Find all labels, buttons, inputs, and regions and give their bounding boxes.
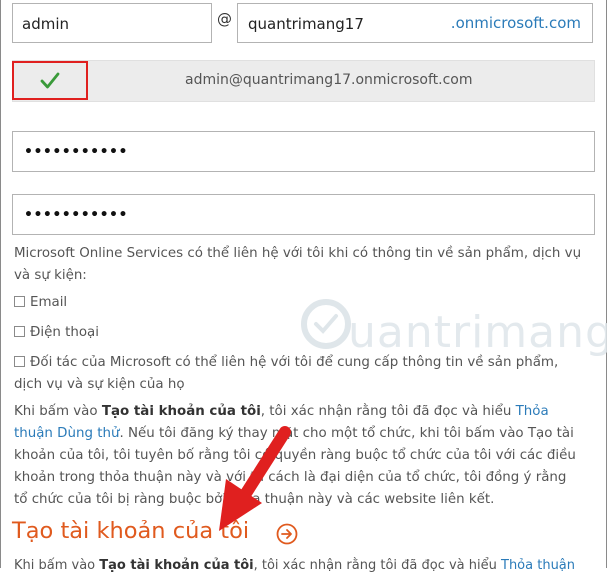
password-input[interactable]: •••••••••••	[12, 131, 595, 172]
username-value: admin	[22, 15, 69, 33]
bottom-prefix: Khi bấm vào	[14, 558, 100, 573]
legal-text: Khi bấm vào Tạo tài khoản của tôi, tôi x…	[14, 401, 584, 511]
checkmark-icon	[40, 72, 60, 89]
legal-prefix: Khi bấm vào	[14, 404, 102, 419]
phone-checkbox[interactable]	[14, 326, 25, 337]
password-value: •••••••••••	[24, 144, 128, 160]
confirm-password-input[interactable]: •••••••••••	[12, 194, 595, 235]
phone-option[interactable]: Điện thoại	[14, 322, 99, 344]
watermark-logo-icon	[301, 299, 351, 349]
phone-option-label: Điện thoại	[30, 325, 99, 340]
domain-input[interactable]: quantrimang17 .onmicrosoft.com	[237, 3, 593, 43]
create-account-button[interactable]: Tạo tài khoản của tôi	[12, 518, 249, 544]
bottom-middle: , tôi xác nhận rằng tôi đã đọc và hiểu	[253, 558, 501, 573]
verified-check-highlight	[12, 61, 88, 100]
bottom-bold: Tạo tài khoản của tôi	[99, 558, 254, 573]
email-option[interactable]: Email	[14, 292, 67, 314]
legal-bold: Tạo tài khoản của tôi	[101, 404, 261, 419]
partner-checkbox[interactable]	[14, 356, 25, 367]
email-checkbox[interactable]	[14, 296, 25, 307]
partner-option-label: Đối tác của Microsoft có thể liên hệ với…	[14, 355, 559, 392]
domain-suffix: .onmicrosoft.com	[450, 14, 581, 32]
confirm-password-value: •••••••••••	[24, 207, 128, 223]
arrow-circle-right-icon[interactable]	[276, 523, 298, 545]
window-border-left	[0, 0, 1, 568]
bottom-legal-text: Khi bấm vào Tạo tài khoản của tôi, tôi x…	[14, 558, 575, 573]
at-symbol: @	[217, 10, 232, 28]
domain-value: quantrimang17	[248, 15, 364, 33]
bottom-agreement-link[interactable]: Thỏa thuận	[501, 558, 575, 573]
username-input[interactable]: admin	[12, 3, 212, 43]
watermark-text: uantrimang	[348, 307, 607, 358]
partner-option[interactable]: Đối tác của Microsoft có thể liên hệ với…	[14, 352, 584, 396]
consent-text: Microsoft Online Services có thể liên hệ…	[14, 246, 582, 283]
verified-email: admin@quantrimang17.onmicrosoft.com	[185, 72, 473, 88]
email-option-label: Email	[30, 295, 68, 310]
legal-middle: , tôi xác nhận rằng tôi đã đọc và hiểu	[260, 404, 516, 419]
